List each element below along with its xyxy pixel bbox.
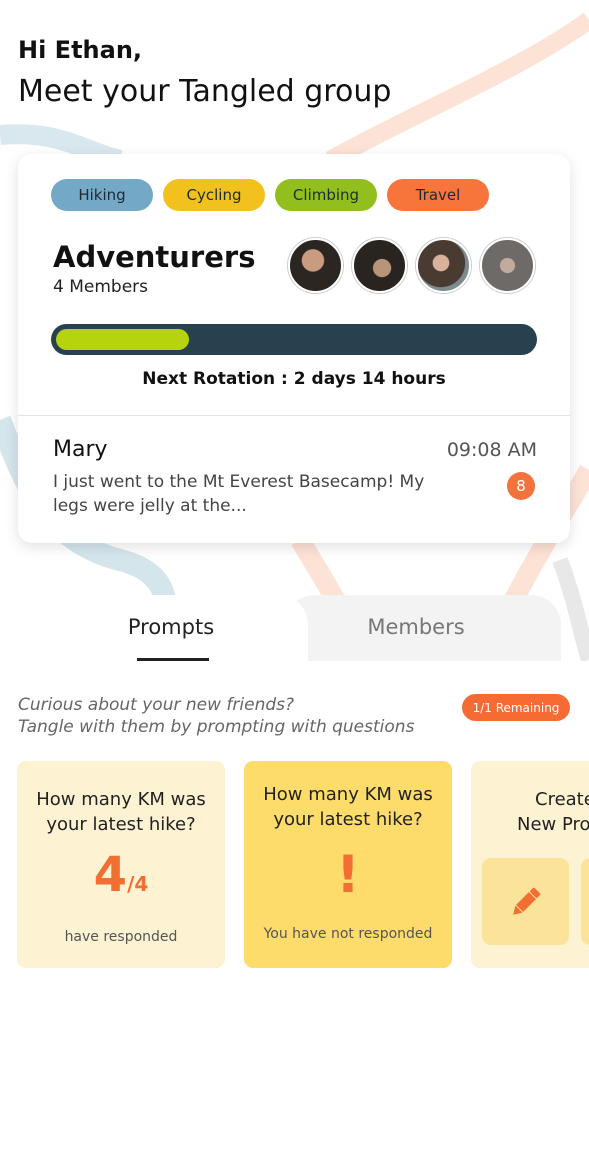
avatar[interactable] — [480, 238, 535, 293]
create-prompt-line1: Create — [535, 789, 589, 810]
pencil-icon — [512, 887, 540, 915]
greeting-hi: Hi Ethan, — [18, 36, 143, 64]
prompt-question: How many KM was your latest hike? — [36, 789, 206, 835]
tag-cycling: Cycling — [163, 179, 265, 211]
last-message-preview: I just went to the Mt Everest Basecamp! … — [53, 472, 425, 516]
last-message-time: 09:08 AM — [446, 439, 537, 461]
divider — [18, 415, 570, 416]
greeting: Hi Ethan, Meet your Tangled group — [18, 36, 391, 109]
prompt-status: have responded — [64, 929, 178, 945]
last-message-author: Mary — [53, 437, 108, 462]
group-name: Adventurers — [53, 240, 256, 274]
prompt-intro: Curious about your new friends? Tangle w… — [18, 694, 414, 738]
active-tab-indicator — [137, 658, 209, 661]
avatar[interactable] — [352, 238, 407, 293]
prompt-card[interactable]: How many KM was your latest hike? ! You … — [244, 761, 452, 968]
rotation-progress-fill — [56, 329, 189, 350]
tag-climbing: Climbing — [275, 179, 377, 211]
create-prompt-button[interactable] — [482, 858, 569, 945]
tag-travel: Travel — [387, 179, 489, 211]
prompt-card[interactable]: How many KM was your latest hike? 4/4 ha… — [17, 761, 225, 968]
total-count: /4 — [127, 872, 149, 896]
interest-tags: Hiking Cycling Climbing Travel — [51, 179, 489, 211]
prompt-status: You have not responded — [263, 926, 433, 942]
response-count: 4/4 — [17, 847, 225, 903]
prompt-intro-line2: Tangle with them by prompting with quest… — [18, 717, 415, 737]
tab-base — [0, 661, 589, 671]
avatar[interactable] — [288, 238, 343, 293]
unread-count-badge: 8 — [507, 472, 535, 500]
tag-hiking: Hiking — [51, 179, 153, 211]
responded-count: 4 — [93, 847, 128, 903]
member-avatars — [288, 238, 535, 293]
prompts-remaining-badge: 1/1 Remaining — [462, 694, 570, 721]
avatar[interactable] — [416, 238, 471, 293]
prompt-intro-line1: Curious about your new friends? — [18, 695, 295, 715]
group-card[interactable]: Hiking Cycling Climbing Travel Adventure… — [18, 154, 570, 543]
exclamation-icon: ! — [336, 845, 360, 905]
create-prompt-label: Create New Prompt — [517, 787, 589, 837]
rotation-progress-bar — [51, 324, 537, 355]
create-prompt-card[interactable]: Create New Prompt — [471, 761, 589, 968]
create-prompt-line2: New Prompt — [517, 814, 589, 835]
create-prompt-option[interactable] — [581, 858, 589, 945]
tab-members[interactable]: Members — [290, 615, 542, 639]
member-count: 4 Members — [53, 277, 149, 297]
next-rotation-text: Next Rotation : 2 days 14 hours — [142, 369, 446, 389]
greeting-subtitle: Meet your Tangled group — [18, 74, 392, 109]
tab-prompts[interactable]: Prompts — [40, 615, 302, 639]
prompt-question: How many KM was your latest hike? — [263, 784, 433, 830]
tab-bar: Prompts Members — [0, 595, 589, 671]
